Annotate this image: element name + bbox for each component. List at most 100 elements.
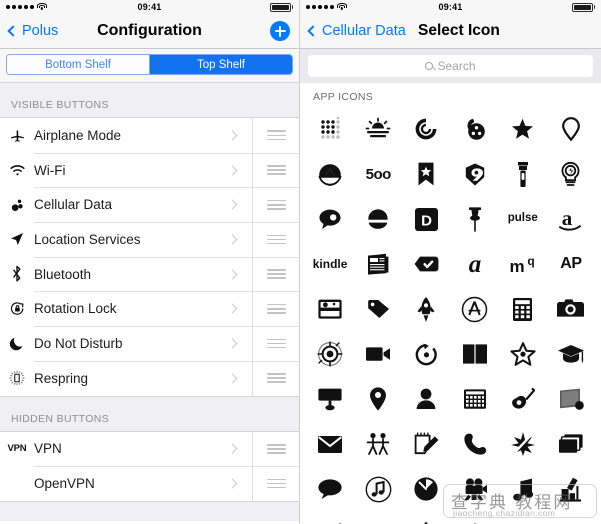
table-row[interactable]: Respring	[0, 360, 299, 396]
icon-cell[interactable]	[354, 111, 402, 147]
icon-cell[interactable]: pulse	[499, 201, 547, 237]
icon-cell[interactable]	[499, 426, 547, 462]
icon-cell[interactable]	[402, 291, 450, 327]
icon-cell[interactable]	[402, 381, 450, 417]
icon-cell[interactable]	[499, 291, 547, 327]
table-row[interactable]: Rotation Lock	[0, 291, 299, 327]
icon-cell[interactable]	[451, 201, 499, 237]
icon-cell[interactable]	[354, 201, 402, 237]
shelf-segmented-control[interactable]: Bottom Shelf Top Shelf	[6, 54, 293, 75]
buttons-list[interactable]: VISIBLE BUTTONS Airplane Mode Wi-Fi Cell…	[0, 83, 299, 521]
nine-badge-icon	[463, 162, 487, 187]
add-button[interactable]	[270, 21, 290, 41]
reorder-handle[interactable]	[252, 187, 299, 223]
icon-cell[interactable]	[451, 471, 499, 507]
chevron-right-icon	[227, 303, 238, 314]
segment-bottom-shelf[interactable]: Bottom Shelf	[7, 55, 149, 74]
icon-cell[interactable]	[354, 471, 402, 507]
icon-cell[interactable]	[547, 291, 595, 327]
icon-cell[interactable]	[306, 201, 354, 237]
icon-cell[interactable]	[451, 336, 499, 372]
reorder-handle[interactable]	[252, 222, 299, 257]
icon-cell[interactable]	[354, 516, 402, 524]
icon-cell[interactable]	[402, 156, 450, 192]
reorder-handle[interactable]	[252, 326, 299, 361]
icon-cell[interactable]	[451, 516, 499, 524]
reorder-handle[interactable]	[252, 291, 299, 327]
table-row[interactable]: Airplane Mode	[0, 118, 299, 153]
icon-cell[interactable]	[451, 111, 499, 147]
icon-cell[interactable]	[306, 291, 354, 327]
icon-cell[interactable]	[402, 471, 450, 507]
icon-cell[interactable]	[306, 426, 354, 462]
icon-cell[interactable]	[547, 156, 595, 192]
icon-cell[interactable]	[499, 471, 547, 507]
icon-cell[interactable]	[547, 111, 595, 147]
icon-cell[interactable]	[499, 156, 547, 192]
chevron-right-icon	[227, 443, 238, 454]
icon-cell[interactable]: a	[451, 246, 499, 282]
icon-cell[interactable]: a	[547, 201, 595, 237]
icon-cell[interactable]	[451, 291, 499, 327]
music-note-icon	[511, 477, 535, 502]
icon-cell[interactable]: AP	[547, 246, 595, 282]
icon-cell[interactable]: m q	[499, 246, 547, 282]
icon-cell[interactable]	[402, 111, 450, 147]
back-button-cellular-data[interactable]: Cellular Data	[307, 23, 406, 39]
segment-top-shelf[interactable]: Top Shelf	[149, 55, 292, 74]
table-row[interactable]: Do Not Disturb	[0, 326, 299, 361]
icon-cell[interactable]	[402, 516, 450, 524]
reorder-handle[interactable]	[252, 118, 299, 153]
wifi-icon	[0, 163, 34, 177]
icon-cell[interactable]	[306, 336, 354, 372]
pushpin-icon	[467, 206, 483, 233]
icon-cell[interactable]	[499, 336, 547, 372]
icon-cell[interactable]	[451, 381, 499, 417]
reorder-handle[interactable]	[252, 256, 299, 292]
icon-cell[interactable]	[451, 156, 499, 192]
bluetooth-icon	[0, 265, 34, 283]
reorder-handle[interactable]	[252, 431, 299, 467]
table-row[interactable]: Cellular Data	[0, 187, 299, 223]
icon-cell[interactable]	[306, 516, 354, 524]
icon-cell[interactable]	[402, 336, 450, 372]
icon-cell[interactable]	[306, 471, 354, 507]
icon-cell[interactable]	[402, 426, 450, 462]
icon-cell[interactable]	[451, 426, 499, 462]
icon-cell[interactable]	[306, 156, 354, 192]
table-row[interactable]: Bluetooth	[0, 256, 299, 292]
segmented-control-wrap: Bottom Shelf Top Shelf	[0, 49, 299, 83]
icon-cell[interactable]	[499, 516, 547, 524]
icon-cell[interactable]	[402, 246, 450, 282]
pulse-icon: pulse	[507, 212, 538, 225]
icon-cell[interactable]	[306, 381, 354, 417]
mountain-circle-icon	[317, 162, 343, 186]
icon-cell[interactable]	[354, 291, 402, 327]
icon-cell[interactable]	[354, 246, 402, 282]
icon-cell[interactable]	[354, 381, 402, 417]
status-bar-left: 09:41	[0, 0, 299, 14]
icon-cell[interactable]	[499, 111, 547, 147]
back-button-polus[interactable]: Polus	[7, 23, 58, 39]
reorder-handle[interactable]	[252, 152, 299, 188]
icon-cell[interactable]	[499, 381, 547, 417]
table-row[interactable]: OpenVPN	[0, 466, 299, 501]
icon-cell[interactable]	[306, 111, 354, 147]
reorder-handle[interactable]	[252, 466, 299, 501]
icon-cell[interactable]	[547, 516, 595, 524]
chevron-right-icon	[227, 338, 238, 349]
reorder-handle[interactable]	[252, 360, 299, 396]
icon-cell[interactable]: kindle	[306, 246, 354, 282]
icon-cell[interactable]	[547, 471, 595, 507]
search-input[interactable]: Search	[308, 55, 593, 77]
icon-cell[interactable]	[547, 426, 595, 462]
icon-cell[interactable]	[547, 336, 595, 372]
icon-cell[interactable]: 5oo	[354, 156, 402, 192]
icon-cell[interactable]	[547, 381, 595, 417]
table-row[interactable]: Location Services	[0, 222, 299, 257]
table-row[interactable]: Wi-Fi	[0, 152, 299, 188]
icon-cell[interactable]	[354, 426, 402, 462]
table-row[interactable]: VPN VPN	[0, 431, 299, 467]
icon-cell[interactable]	[354, 336, 402, 372]
icon-cell[interactable]: D	[402, 201, 450, 237]
